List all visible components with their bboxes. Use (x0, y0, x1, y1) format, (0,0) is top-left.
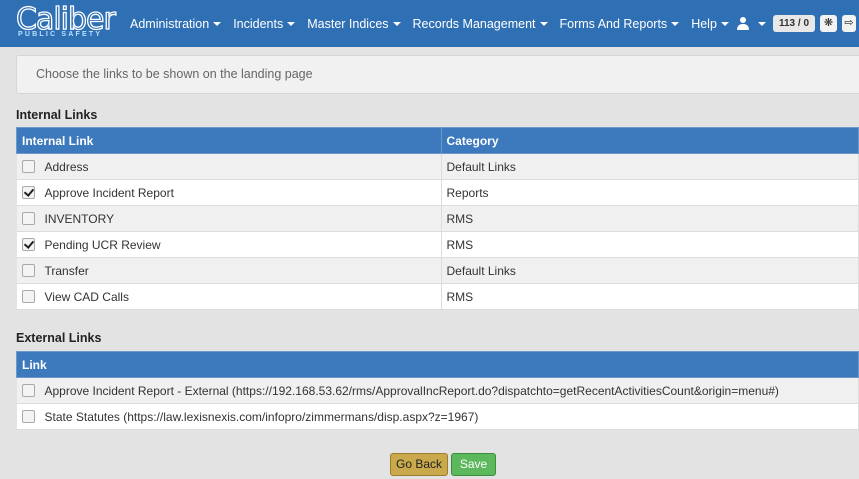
external-link-label: State Statutes (https://law.lexisnexis.c… (44, 409, 479, 424)
category-cell: Default Links (441, 153, 859, 180)
category-cell: RMS (441, 205, 859, 232)
table-row: Approve Incident Report - External (http… (16, 377, 859, 404)
internal-link-cell: INVENTORY (16, 205, 442, 232)
logo-subtext: PUBLIC SAFETY (18, 31, 103, 38)
chevron-down-icon (213, 22, 222, 27)
table-row: Transfer Default Links (16, 257, 859, 284)
chevron-down-icon (392, 22, 401, 27)
instruction-text: Choose the links to be shown on the land… (36, 67, 313, 81)
gear-icon[interactable]: ❋ (820, 15, 837, 32)
internal-links-table: Internal Link Category Address Default Li… (16, 127, 859, 310)
chevron-down-icon (758, 22, 766, 26)
chevron-down-icon (539, 22, 548, 27)
menu-records-management[interactable]: Records Management (407, 17, 554, 31)
table-row: View CAD Calls RMS (16, 283, 859, 310)
column-header-internal-link: Internal Link (16, 127, 442, 154)
top-navbar: Caliber PUBLIC SAFETY Administration Inc… (0, 0, 859, 47)
external-links-title: External Links (16, 331, 102, 345)
external-link-label: Approve Incident Report - External (http… (44, 383, 779, 398)
link-checkbox[interactable] (21, 186, 35, 199)
external-link-cell: Approve Incident Report - External (http… (16, 377, 859, 404)
menu-help[interactable]: Help (685, 17, 735, 31)
table-row: Pending UCR Review RMS (16, 231, 859, 258)
link-checkbox[interactable] (21, 238, 35, 251)
logout-icon[interactable]: ⇨ (842, 15, 856, 32)
external-link-cell: State Statutes (https://law.lexisnexis.c… (16, 403, 859, 430)
internal-link-cell: Address (16, 153, 442, 180)
category-cell: RMS (441, 231, 859, 258)
link-checkbox[interactable] (21, 290, 35, 303)
link-checkbox[interactable] (21, 264, 35, 277)
external-links-table: Link Approve Incident Report - External … (16, 351, 859, 430)
internal-link-label: INVENTORY (44, 211, 115, 226)
menu-master-indices[interactable]: Master Indices (301, 17, 406, 31)
internal-link-label: Transfer (44, 263, 89, 278)
link-checkbox[interactable] (21, 410, 35, 423)
internal-link-label: View CAD Calls (44, 289, 129, 304)
menu-forms-and-reports[interactable]: Forms And Reports (554, 17, 686, 31)
internal-link-label: Address (44, 159, 89, 174)
table-row: INVENTORY RMS (16, 205, 859, 232)
table-row: Approve Incident Report Reports (16, 179, 859, 206)
internal-link-cell: Approve Incident Report (16, 179, 442, 206)
category-cell: Default Links (441, 257, 859, 284)
notification-count-badge[interactable]: 113 / 0 (773, 15, 815, 32)
internal-link-cell: Transfer (16, 257, 442, 284)
user-icon (736, 17, 750, 31)
internal-links-title: Internal Links (16, 108, 98, 122)
caliber-logo[interactable]: Caliber PUBLIC SAFETY (15, 1, 116, 42)
link-checkbox[interactable] (21, 384, 35, 397)
column-header-category: Category (440, 127, 859, 154)
menu-administration[interactable]: Administration (124, 17, 227, 31)
save-button[interactable]: Save (451, 453, 496, 476)
go-back-button[interactable]: Go Back (390, 453, 448, 476)
chevron-down-icon (671, 22, 680, 27)
table-row: State Statutes (https://law.lexisnexis.c… (16, 403, 859, 430)
chevron-down-icon (720, 22, 729, 27)
instruction-banner: Choose the links to be shown on the land… (16, 55, 859, 94)
main-menu: Administration Incidents Master Indices … (124, 0, 735, 47)
internal-link-cell: View CAD Calls (16, 283, 442, 310)
user-menu[interactable] (736, 14, 766, 34)
link-checkbox[interactable] (21, 212, 35, 225)
internal-link-cell: Pending UCR Review (16, 231, 442, 258)
menu-incidents[interactable]: Incidents (227, 17, 301, 31)
internal-link-label: Pending UCR Review (44, 237, 161, 252)
category-cell: RMS (441, 283, 859, 310)
category-cell: Reports (441, 179, 859, 206)
column-header-link: Link (16, 351, 859, 378)
table-row: Address Default Links (16, 153, 859, 180)
chevron-down-icon (287, 22, 296, 27)
internal-link-label: Approve Incident Report (44, 185, 174, 200)
link-checkbox[interactable] (21, 160, 35, 173)
